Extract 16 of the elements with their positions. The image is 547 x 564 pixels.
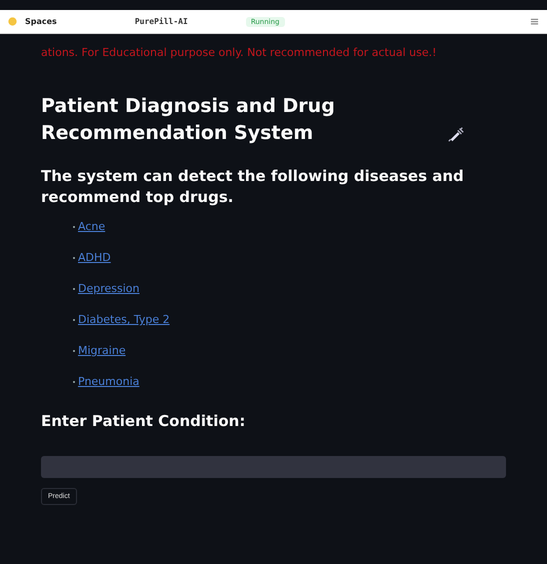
disease-link[interactable]: Pneumonia: [78, 375, 140, 388]
syringe-icon: [447, 125, 465, 143]
disease-link[interactable]: Migraine: [78, 344, 126, 357]
disease-link[interactable]: Diabetes, Type 2: [78, 313, 170, 326]
page-title: Patient Diagnosis and Drug Recommendation System: [41, 94, 336, 146]
app-name[interactable]: PurePill-AI: [134, 17, 188, 26]
disease-link[interactable]: Depression: [78, 282, 140, 295]
input-label: Enter Patient Condition:: [41, 412, 246, 430]
menu-icon[interactable]: [530, 17, 539, 26]
logo-icon: [8, 17, 17, 26]
brand-link[interactable]: Spaces: [25, 17, 57, 26]
warning-text: ations. For Educational purpose only. Not recommended for actual use.!: [41, 46, 438, 59]
condition-input[interactable]: [41, 456, 506, 478]
disease-link[interactable]: ADHD: [78, 251, 111, 264]
subtitle: The system can detect the following diseases and recommend top drugs.: [41, 166, 465, 208]
disease-link[interactable]: Acne: [78, 220, 106, 233]
